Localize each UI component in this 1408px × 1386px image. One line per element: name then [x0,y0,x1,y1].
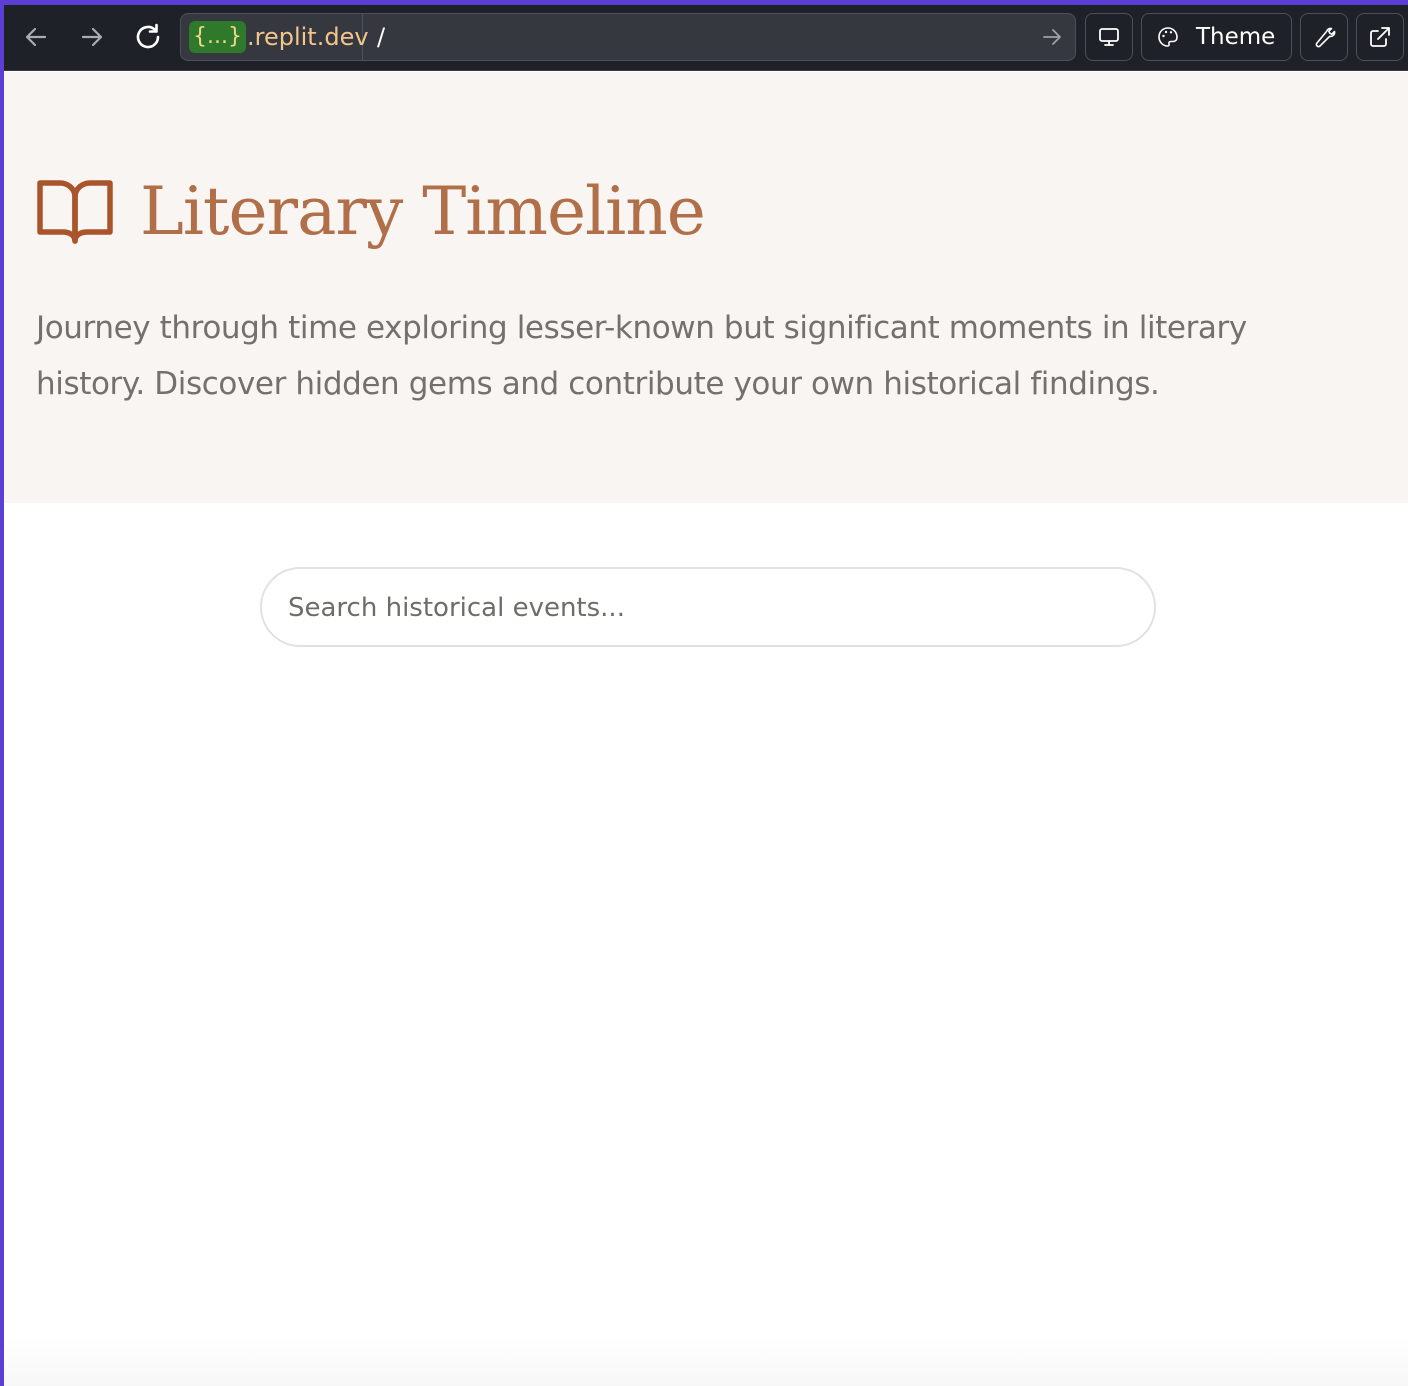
arrow-right-icon [81,27,103,47]
wrench-icon [1315,27,1336,48]
devices-button[interactable] [1085,13,1133,61]
arrow-left-icon [25,27,47,47]
monitor-icon [1099,28,1119,46]
arrow-right-icon [1043,29,1061,45]
repl-id-badge: {...} [189,21,246,53]
search-box[interactable] [260,567,1156,647]
domain-chip[interactable]: {...} .replit.dev [181,14,369,60]
bottom-fade [4,1336,1408,1386]
page-title: Literary Timeline [140,173,706,250]
forward-button[interactable] [74,19,110,55]
theme-button[interactable]: Theme [1141,13,1292,61]
reload-icon [136,23,160,49]
address-bar[interactable]: {...} .replit.dev / [180,13,1076,61]
url-path-input[interactable]: / [377,14,385,60]
browser-toolbar: {...} .replit.dev / Theme [4,5,1408,71]
book-open-icon [37,180,113,244]
back-button[interactable] [18,19,54,55]
hero-section: Literary Timeline Journey through time e… [4,72,1408,503]
devtools-button[interactable] [1300,13,1348,61]
domain-suffix: .replit.dev [246,23,369,51]
reload-button[interactable] [130,19,166,55]
palette-icon [1158,27,1178,47]
open-new-tab-button[interactable] [1356,13,1404,61]
go-button[interactable] [1039,24,1065,50]
theme-button-label: Theme [1196,24,1276,50]
search-input[interactable] [286,569,1130,647]
browser-window: {...} .replit.dev / Theme Literary Timel… [4,5,1408,1386]
external-link-icon [1370,27,1390,47]
title-row: Literary Timeline [36,172,706,252]
app-frame: {...} .replit.dev / Theme Literary Timel… [0,0,1408,1386]
intro-text: Journey through time exploring lesser-kn… [36,310,1247,402]
